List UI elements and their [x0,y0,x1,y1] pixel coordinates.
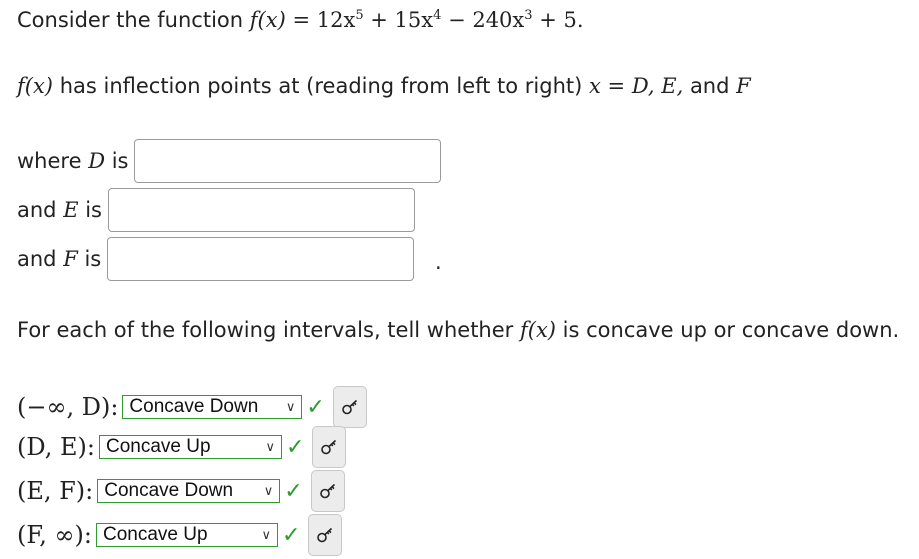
exponent-3: 3 [524,8,533,23]
key-button[interactable] [332,386,367,428]
label-var: D [88,149,106,173]
answer-input-d[interactable] [134,139,442,183]
key-icon [321,439,337,455]
interval-row: (E, F): Concave Down ∨ ✓ [17,470,345,512]
and-text: and [683,74,737,98]
term-1: 12x [316,8,356,32]
equals-sign: = [285,8,317,32]
concavity-select[interactable]: Concave Up ∨ [98,435,282,459]
term-4: + 5. [532,8,584,32]
equals-sign: = [600,74,632,98]
function-name: f(x) [249,8,286,32]
answer-row-f: and F is [17,237,415,281]
interval-row: (D, E): Concave Up ∨ ✓ [17,426,347,468]
checkmark-icon: ✓ [281,522,301,548]
answer-input-f[interactable] [107,237,415,281]
question-text-2: is concave up or concave down. [556,318,900,342]
interval-label: (D, E): [17,433,95,461]
interval-row: (F, ∞): Concave Up ∨ ✓ [17,514,343,556]
term-3: − 240x [441,8,525,32]
interval-label: (E, F): [17,477,94,505]
chevron-down-icon: ∨ [265,439,275,454]
inflection-var-f: F [736,74,751,98]
select-value: Concave Down [104,480,234,501]
label-var: E [63,198,79,222]
label-suffix: is [77,247,102,271]
answer-label-e: and E is [17,198,102,222]
concavity-select[interactable]: Concave Up ∨ [95,523,278,547]
function-statement: Consider the function f(x) = 12x5 + 15x4… [17,8,584,32]
exponent-1: 5 [355,8,364,23]
interval-label: (−∞, D): [17,393,119,421]
label-prefix: and [17,198,64,222]
key-icon [317,527,333,543]
term-2: + 15x [363,8,434,32]
inflection-vars: D, E, [631,74,684,98]
key-icon [342,399,357,415]
select-value: Concave Up [102,524,208,545]
answer-label-d: where D is [17,149,128,173]
concavity-select[interactable]: Concave Down ∨ [97,479,281,503]
answer-row-d: where D is [17,139,442,183]
select-value: Concave Down [129,396,259,417]
chevron-down-icon: ∨ [285,399,296,414]
period: . [435,250,442,274]
x-variable: x [589,74,601,98]
checkmark-icon: ✓ [284,478,303,504]
answer-label-f: and F is [17,247,101,271]
intro-text: Consider the function [17,8,250,32]
inflection-text: has inflection points at (reading from l… [53,74,590,98]
label-prefix: and [17,247,64,271]
checkmark-icon: ✓ [306,394,325,420]
function-name: f(x) [17,74,54,98]
concavity-select[interactable]: Concave Down ∨ [122,395,303,419]
chevron-down-icon: ∨ [263,483,274,498]
checkmark-icon: ✓ [285,434,305,460]
key-button[interactable] [310,470,345,512]
concavity-question: For each of the following intervals, tel… [17,318,899,342]
label-suffix: is [78,198,102,222]
answer-input-e[interactable] [107,188,415,232]
key-icon [319,483,335,499]
interval-row: (−∞, D): Concave Down ∨ ✓ [17,386,367,428]
function-expression: 12x5 + 15x4 − 240x3 + 5. [317,8,584,32]
label-suffix: is [105,149,129,173]
key-button[interactable] [308,514,343,556]
label-prefix: where [17,149,89,173]
answer-row-e: and E is [17,188,415,232]
interval-label: (F, ∞): [17,521,92,549]
function-name: f(x) [519,318,556,342]
key-button[interactable] [312,426,347,468]
question-text-1: For each of the following intervals, tel… [17,318,520,342]
chevron-down-icon: ∨ [261,527,271,542]
label-var: F [63,247,78,271]
select-value: Concave Up [105,436,211,457]
inflection-statement: f(x) has inflection points at (reading f… [17,74,751,98]
